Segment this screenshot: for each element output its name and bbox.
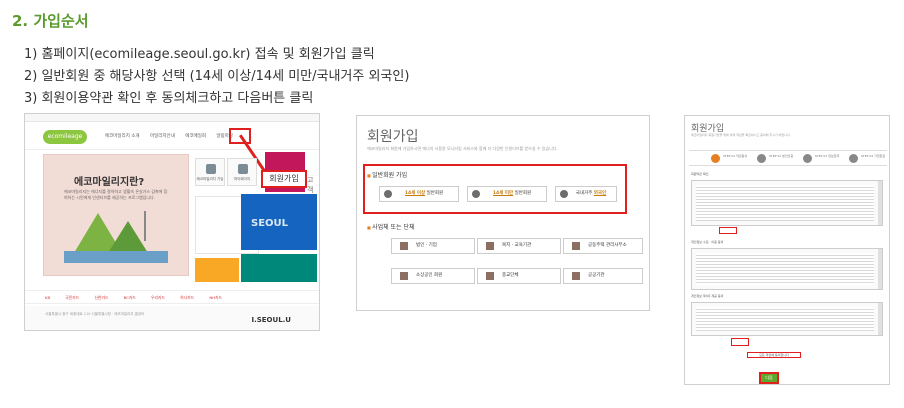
step-indicator: STEP 01 약관동의 STEP 02 본인인증 STEP 03 정보입력 S… [689,150,887,166]
hero-title: 에코마일리지란? [74,177,145,188]
page-description: 에코마일리지 회원에 가입하시면 에너지 사용량 모니터링 서비스와 함께 더 … [367,146,558,151]
customer-menu: 고객 [307,176,314,194]
iseoulu-logo: I.SEOUL.U [251,316,291,324]
instruction-step-1: 1) 홈페이지(ecomileage.seoul.go.kr) 접속 및 회원가… [24,47,375,62]
windmill-illustration [144,211,146,241]
scrollbar[interactable] [878,181,882,225]
privacy-section-label: 개인정보 수집 · 이용 동의 [691,240,724,244]
terms-text [696,185,874,221]
highlight-box [731,338,749,346]
green-banner[interactable] [241,254,317,282]
business-button[interactable]: 법인 · 기업 [391,238,475,254]
step-item: STEP 01 약관동의 [711,154,747,163]
seoul-banner[interactable]: SEOUL [241,194,317,250]
scrollbar[interactable] [878,249,882,289]
instruction-step-2: 2) 일반회원 중 해당사항 선택 (14세 이상/14세 미만/국내거주 외국… [24,69,410,84]
over14-suffix: 일반회원 [426,191,444,196]
city-illustration [64,251,168,263]
partner-strip: KB 국민카드 신한카드 BC카드 우리카드 하나카드 NH카드 [25,290,319,304]
main-menu: 에코마일리지 소개 마일리지안내 에코메일회 알림마당 [105,133,242,139]
over14-button[interactable]: 14세 이상 일반회원 [379,186,459,202]
over14-label: 14세 이상 [404,191,426,196]
third-party-section-label: 개인정보 제3자 제공 동의 [691,294,724,298]
menu-item[interactable]: 마일리지안내 [150,134,175,139]
next-button[interactable]: 다음 [759,372,779,384]
terms-section-label: 회원약관 확인 [691,172,709,176]
foreigner-prefix: 국내거주 [575,191,593,196]
business-button[interactable]: 공공기관 [563,268,643,284]
scrollbar[interactable] [878,303,882,335]
step-item: STEP 02 본인인증 [757,154,793,163]
step-item: STEP 04 가입완료 [849,154,885,163]
menu-item[interactable]: 에코마일리지 소개 [105,134,140,139]
business-button[interactable]: 종교단체 [477,268,561,284]
section-title: 2. 가입순서 [12,12,89,30]
hero-subtitle: 에코마일리지는 에너지를 절약하고 생활속 온실가스 감축에 참여하는 시민에게… [64,189,168,200]
agree-all-checkbox[interactable]: 모든 약관에 동의합니다 [747,352,801,358]
mountain-illustration [108,221,148,253]
third-party-text [696,307,874,331]
under14-suffix: 일반회원 [514,191,532,196]
footer-text: 서울특별시 중구 세종대로 110 서울특별시청 · 에코마일리지 콜센터 [45,312,145,316]
main-nav: ecomileage 에코마일리지 소개 마일리지안내 에코메일회 알림마당 [25,122,319,150]
privacy-textbox[interactable] [691,248,883,290]
page-description: 에코마일리지 회원가입을 위해 아래 약관을 확인하시고 동의해 주시기 바랍니… [691,133,791,137]
business-section-label: 사업체 또는 단체 [367,222,414,231]
third-party-textbox[interactable] [691,302,883,336]
hero-banner: 에코마일리지란? 에코마일리지는 에너지를 절약하고 생활속 온실가스 감축에 … [43,154,189,312]
member-type-screenshot: 회원가입 에코마일리지 회원에 가입하시면 에너지 사용량 모니터링 서비스와 … [356,115,650,311]
promo-banner[interactable] [195,258,239,282]
terms-textbox[interactable] [691,180,883,226]
highlight-box [719,227,737,234]
business-button[interactable]: 복지 · 교육기관 [477,238,561,254]
terms-screenshot: 회원가입 에코마일리지 회원가입을 위해 아래 약관을 확인하시고 동의해 주시… [684,115,890,385]
business-button[interactable]: 공동주택 관리사무소 [563,238,643,254]
banner-text: SEOUL [251,218,289,229]
step-item: STEP 03 정보입력 [803,154,839,163]
privacy-text [696,253,874,285]
menu-item[interactable]: 에코메일회 [185,134,206,139]
business-button[interactable]: 소상공인 회원 [391,268,475,284]
foreigner-label: 외국인 [593,191,607,196]
ecomileage-logo[interactable]: ecomileage [43,130,87,144]
instruction-list: 1) 홈페이지(ecomileage.seoul.go.kr) 접속 및 회원가… [24,44,409,110]
foreigner-button[interactable]: 국내거주 외국인 [555,186,617,202]
page-title: 회원가입 [367,129,419,145]
under14-label: 14세 미만 [492,191,514,196]
quick-tile[interactable]: 마이페이지 [227,158,257,186]
top-utility-bar [25,114,319,122]
homepage-screenshot: ecomileage 에코마일리지 소개 마일리지안내 에코메일회 알림마당 에… [24,113,320,331]
join-button[interactable]: 회원가입 [261,170,307,188]
instruction-step-3: 3) 회원이용약관 확인 후 동의체크하고 다음버튼 클릭 [24,91,314,106]
quick-tile[interactable]: 에코마일리지 가입 [195,158,225,186]
under14-button[interactable]: 14세 미만 일반회원 [467,186,547,202]
